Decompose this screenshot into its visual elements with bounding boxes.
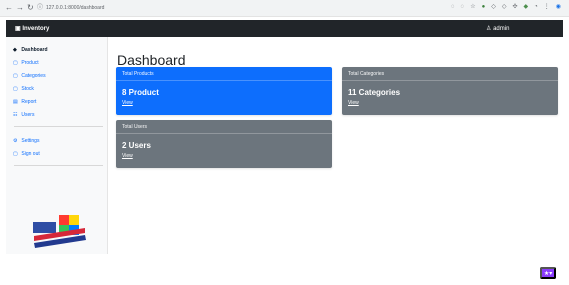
view-link[interactable]: View [122, 153, 133, 159]
chart-icon: ▤ [13, 99, 18, 105]
user-menu[interactable]: ♙ admin [486, 25, 509, 32]
file-icon: ▢ [13, 73, 18, 79]
sidebar-divider [14, 165, 103, 166]
extension-icon-5[interactable]: ◇ [502, 4, 507, 11]
settings-icon: ⚙ [13, 138, 18, 144]
brand-logo[interactable]: ▣ Inventory [15, 25, 49, 32]
total-users-card: Total Users 2 Users View [116, 120, 332, 168]
total-products-card: Total Products 8 Product View [116, 67, 332, 115]
sidebar-item-label: Report [21, 99, 37, 105]
reload-icon[interactable]: ↻ [27, 3, 34, 12]
page-title: Dashboard [117, 52, 186, 69]
file-icon: ▢ [13, 60, 18, 66]
sidebar-item-report[interactable]: ▤ Report [13, 99, 36, 105]
sidebar-item-product[interactable]: ▢ Product [13, 60, 39, 66]
user-icon: ♙ [486, 26, 492, 32]
sidebar-item-sign-out[interactable]: ▢ Sign out [13, 151, 40, 157]
card-title: Total Users [122, 124, 148, 130]
browser-toolbar: ← → ↻ ⓘ 127.0.0.1:8000/dashboard ◌ ◌ ☆ ●… [0, 0, 569, 17]
puzzle-icon[interactable]: ✣ [512, 4, 517, 11]
dashboard-icon: ◆ [13, 47, 17, 53]
sidebar-item-label: Product [21, 60, 39, 66]
extension-icon-7[interactable]: ◔ [534, 4, 538, 11]
forward-icon[interactable]: → [16, 3, 24, 12]
card-value: 11 Categories [348, 88, 401, 97]
sidebar-item-dashboard[interactable]: ◆ Dashboard [13, 47, 48, 53]
sidebar-item-label: Sign out [21, 151, 40, 157]
users-icon: ☷ [13, 112, 18, 118]
card-divider [342, 80, 558, 81]
site-info-icon[interactable]: ⓘ [37, 4, 43, 13]
sidebar-item-label: Users [21, 112, 35, 118]
back-icon[interactable]: ← [5, 3, 13, 12]
total-categories-card: Total Categories 11 Categories View [342, 67, 558, 115]
profile-icon[interactable]: ◉ [556, 4, 561, 11]
sidebar: ◆ Dashboard ▢ Product ▢ Categories ▢ Sto… [6, 37, 108, 254]
card-value: 8 Product [122, 88, 159, 97]
view-link[interactable]: View [122, 100, 133, 106]
extension-icon-1[interactable]: ◌ [451, 4, 455, 11]
sidebar-item-label: Settings [21, 138, 40, 144]
card-divider [116, 133, 332, 134]
card-title: Total Products [122, 71, 154, 77]
sidebar-item-label: Stock [21, 86, 34, 92]
card-divider [116, 80, 332, 81]
sidebar-item-categories[interactable]: ▢ Categories [13, 73, 46, 79]
view-link[interactable]: View [348, 100, 359, 106]
card-title: Total Categories [348, 71, 385, 77]
sidebar-item-stock[interactable]: ▢ Stock [13, 86, 34, 92]
card-value: 2 Users [122, 141, 151, 150]
sidebar-item-users[interactable]: ☷ Users [13, 112, 34, 118]
sidebar-divider [14, 126, 103, 127]
school-logo [33, 215, 86, 248]
extension-icon-3[interactable]: ● [482, 4, 486, 11]
floating-action-button[interactable]: ★▾ [540, 267, 556, 279]
browser-extension-tray: ◌ ◌ ☆ ● ◇ ◇ ✣ ◆ ◔ ⋮ ◉ [451, 4, 561, 11]
user-name: admin [493, 26, 510, 32]
extension-icon-6[interactable]: ◆ [524, 4, 529, 11]
menu-toggle-icon: ▣ [15, 26, 21, 32]
sidebar-item-label: Categories [21, 73, 46, 79]
sidebar-item-label: Dashboard [21, 47, 48, 53]
address-bar[interactable]: 127.0.0.1:8000/dashboard [46, 5, 104, 11]
file-icon: ▢ [13, 86, 18, 92]
logout-icon: ▢ [13, 151, 18, 157]
menu-icon[interactable]: ⋮ [544, 4, 550, 11]
extension-icon-2[interactable]: ◌ [461, 4, 465, 11]
extension-icon-4[interactable]: ◇ [491, 4, 496, 11]
brand-name: Inventory [22, 26, 50, 32]
app-header: ▣ Inventory ♙ admin [6, 20, 563, 37]
star-icon[interactable]: ☆ [470, 4, 475, 11]
sidebar-item-settings[interactable]: ⚙ Settings [13, 138, 39, 144]
